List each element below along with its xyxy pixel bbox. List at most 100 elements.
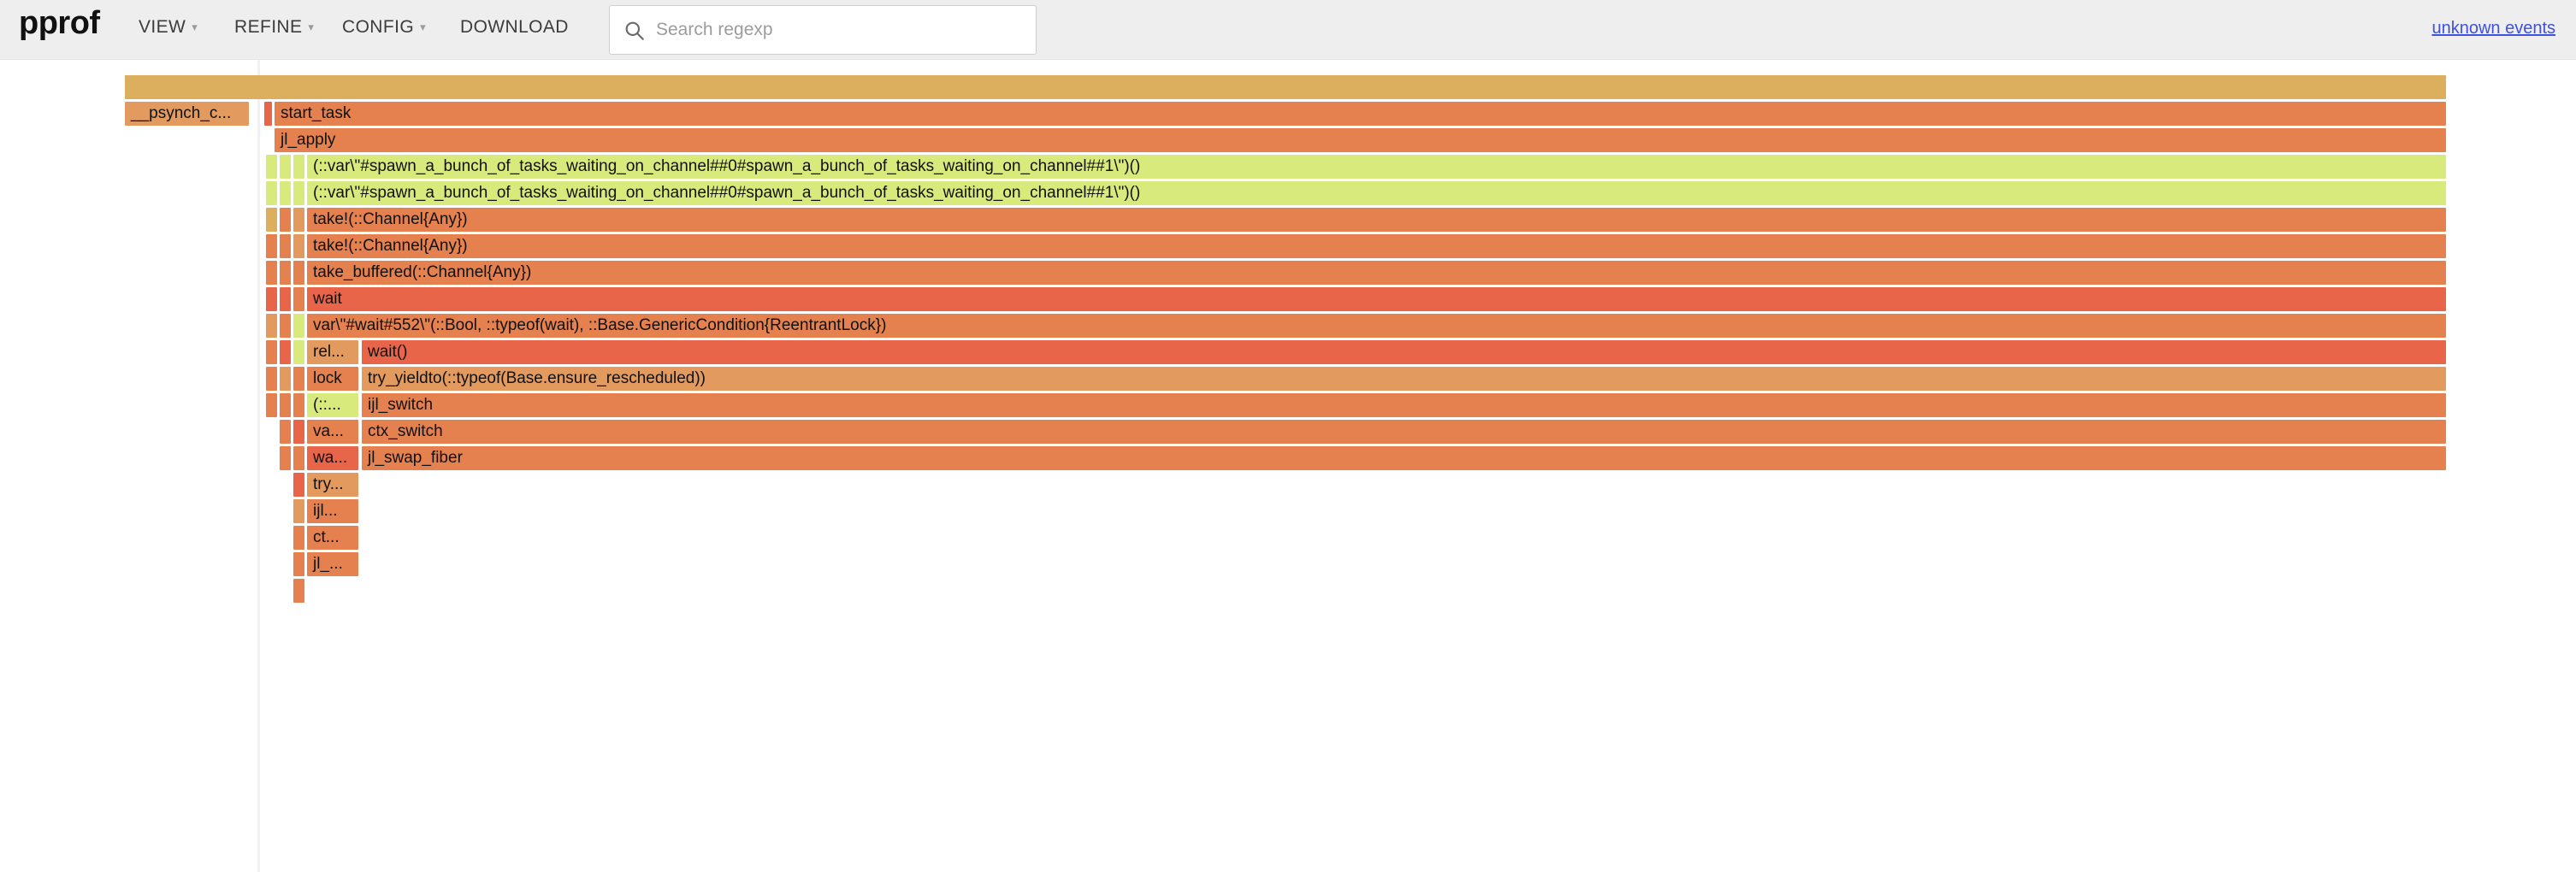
unknown-events-link[interactable]: unknown events xyxy=(2431,19,2555,38)
flame-frame[interactable]: (::var\"#spawn_a_bunch_of_tasks_waiting_… xyxy=(307,155,2446,179)
flame-frame-narrow[interactable] xyxy=(266,393,277,417)
flame-frame[interactable]: take!(::Channel{Any}) xyxy=(307,234,2446,258)
flame-frame[interactable]: (::var\"#spawn_a_bunch_of_tasks_waiting_… xyxy=(307,181,2446,205)
flame-frame[interactable]: wa... xyxy=(307,446,358,470)
flame-frame[interactable]: start_task xyxy=(275,102,2446,126)
flame-frame-narrow[interactable] xyxy=(293,208,304,232)
menu-view[interactable]: VIEW ▾ xyxy=(139,17,198,38)
menu-download-label: DOWNLOAD xyxy=(460,17,569,37)
flame-frame-narrow[interactable] xyxy=(280,208,291,232)
flame-frame[interactable]: jl_... xyxy=(307,552,358,576)
flame-frame-label: try_yieldto(::typeof(Base.ensure_resched… xyxy=(368,369,706,388)
flame-frame-label: take!(::Channel{Any}) xyxy=(313,210,468,229)
flame-frame-narrow[interactable] xyxy=(293,287,304,311)
flame-frame-narrow[interactable] xyxy=(293,552,304,576)
flame-frame[interactable]: va... xyxy=(307,420,358,444)
flame-frame-label: take!(::Channel{Any}) xyxy=(313,237,468,256)
flame-frame-label: ijl... xyxy=(313,502,338,521)
search-icon xyxy=(623,20,646,42)
flame-frame-narrow[interactable] xyxy=(266,261,277,285)
flame-frame-narrow[interactable] xyxy=(125,75,249,99)
flame-frame-label: (::var\"#spawn_a_bunch_of_tasks_waiting_… xyxy=(313,184,1140,203)
flame-frame-label: start_task xyxy=(281,104,351,123)
flame-frame[interactable]: __psynch_c... xyxy=(125,102,249,126)
menu-refine[interactable]: REFINE ▾ xyxy=(234,17,314,38)
flame-frame-narrow[interactable] xyxy=(280,181,291,205)
flame-frame[interactable]: lock xyxy=(307,367,358,391)
flame-frame[interactable]: rel... xyxy=(307,340,358,364)
flame-frame[interactable]: try... xyxy=(307,473,358,497)
chevron-down-icon: ▾ xyxy=(192,21,198,34)
flame-frame-label: ctx_switch xyxy=(368,422,443,441)
flame-frame-label: lock xyxy=(313,369,342,388)
flame-frame-narrow[interactable] xyxy=(293,393,304,417)
flame-frame-narrow[interactable] xyxy=(266,155,277,179)
flame-frame[interactable]: jl_swap_fiber xyxy=(362,446,2446,470)
flame-frame[interactable]: var\"#wait#552\"(::Bool, ::typeof(wait),… xyxy=(307,314,2446,338)
flame-frame-narrow[interactable] xyxy=(266,234,277,258)
flame-frame-narrow[interactable] xyxy=(266,340,277,364)
flame-frame-label: jl_swap_fiber xyxy=(368,449,463,468)
flame-frame-narrow[interactable] xyxy=(280,393,291,417)
flame-frame-narrow[interactable] xyxy=(293,181,304,205)
flame-frame[interactable]: ijl... xyxy=(307,499,358,523)
flame-frame-narrow[interactable] xyxy=(293,234,304,258)
flame-frame-narrow[interactable] xyxy=(280,340,291,364)
flame-frame-narrow[interactable] xyxy=(293,261,304,285)
flame-frame-label: try... xyxy=(313,475,344,494)
flame-frame-narrow[interactable] xyxy=(266,314,277,338)
flame-frame[interactable]: jl_apply xyxy=(275,128,2446,152)
flame-frame[interactable]: wait xyxy=(307,287,2446,311)
flame-frame-narrow[interactable] xyxy=(293,420,304,444)
flame-frame-label: jl_... xyxy=(313,555,343,574)
flame-frame[interactable]: (::... xyxy=(307,393,358,417)
search-input[interactable] xyxy=(654,6,1031,54)
flame-frame[interactable]: take!(::Channel{Any}) xyxy=(307,208,2446,232)
flame-frame-narrow[interactable] xyxy=(293,499,304,523)
flame-frame-narrow[interactable] xyxy=(293,526,304,550)
flame-frame-narrow[interactable] xyxy=(293,314,304,338)
flame-frame-narrow[interactable] xyxy=(293,446,304,470)
flame-frame[interactable]: wait() xyxy=(362,340,2446,364)
flame-frame[interactable]: try_yieldto(::typeof(Base.ensure_resched… xyxy=(362,367,2446,391)
flame-frame-narrow[interactable] xyxy=(266,287,277,311)
chevron-down-icon: ▾ xyxy=(308,21,314,34)
flame-frame-label: (::... xyxy=(313,396,341,415)
flame-frame-narrow[interactable] xyxy=(264,102,272,126)
flame-frame-narrow[interactable] xyxy=(293,367,304,391)
flame-frame-narrow[interactable] xyxy=(280,446,291,470)
flame-frame-narrow[interactable] xyxy=(280,234,291,258)
menu-config[interactable]: CONFIG▾ xyxy=(342,17,426,38)
search-box[interactable] xyxy=(609,5,1037,55)
flamegraph: root__psynch_c... start_taskjl_apply(::va… xyxy=(0,60,2576,872)
flame-frame-narrow[interactable] xyxy=(280,420,291,444)
flame-frame-narrow[interactable] xyxy=(280,155,291,179)
flame-frame[interactable]: ctx_switch xyxy=(362,420,2446,444)
flame-frame-narrow[interactable] xyxy=(280,261,291,285)
flame-frame-narrow[interactable] xyxy=(266,367,277,391)
flame-frame-label: va... xyxy=(313,422,344,441)
flame-frame[interactable]: take_buffered(::Channel{Any}) xyxy=(307,261,2446,285)
flame-frame-narrow[interactable] xyxy=(280,314,291,338)
flame-frame[interactable]: root xyxy=(125,75,2446,99)
flame-frame-narrow[interactable] xyxy=(293,155,304,179)
flame-frame-narrow[interactable] xyxy=(280,367,291,391)
flame-frame-narrow[interactable] xyxy=(293,579,304,603)
flame-frame-label: jl_apply xyxy=(281,131,335,150)
flame-frame-narrow[interactable] xyxy=(266,208,277,232)
menu-view-label: VIEW xyxy=(139,17,186,37)
flame-frame[interactable]: ct... xyxy=(307,526,358,550)
flame-frame-narrow[interactable] xyxy=(280,287,291,311)
flamegraph-divider xyxy=(257,60,260,872)
flame-frame-label: wait() xyxy=(368,343,407,362)
flame-frame-label: ct... xyxy=(313,528,340,547)
menu-config-label: CONFIG xyxy=(342,17,414,37)
flame-frame-narrow[interactable] xyxy=(266,181,277,205)
menu-refine-label: REFINE xyxy=(234,17,302,37)
menu-download[interactable]: DOWNLOAD xyxy=(460,17,569,38)
flame-frame-label: wait xyxy=(313,290,342,309)
flame-frame-narrow[interactable] xyxy=(293,340,304,364)
flame-frame[interactable]: ijl_switch xyxy=(362,393,2446,417)
flame-frame-label: __psynch_c... xyxy=(131,104,231,123)
flame-frame-narrow[interactable] xyxy=(293,473,304,497)
